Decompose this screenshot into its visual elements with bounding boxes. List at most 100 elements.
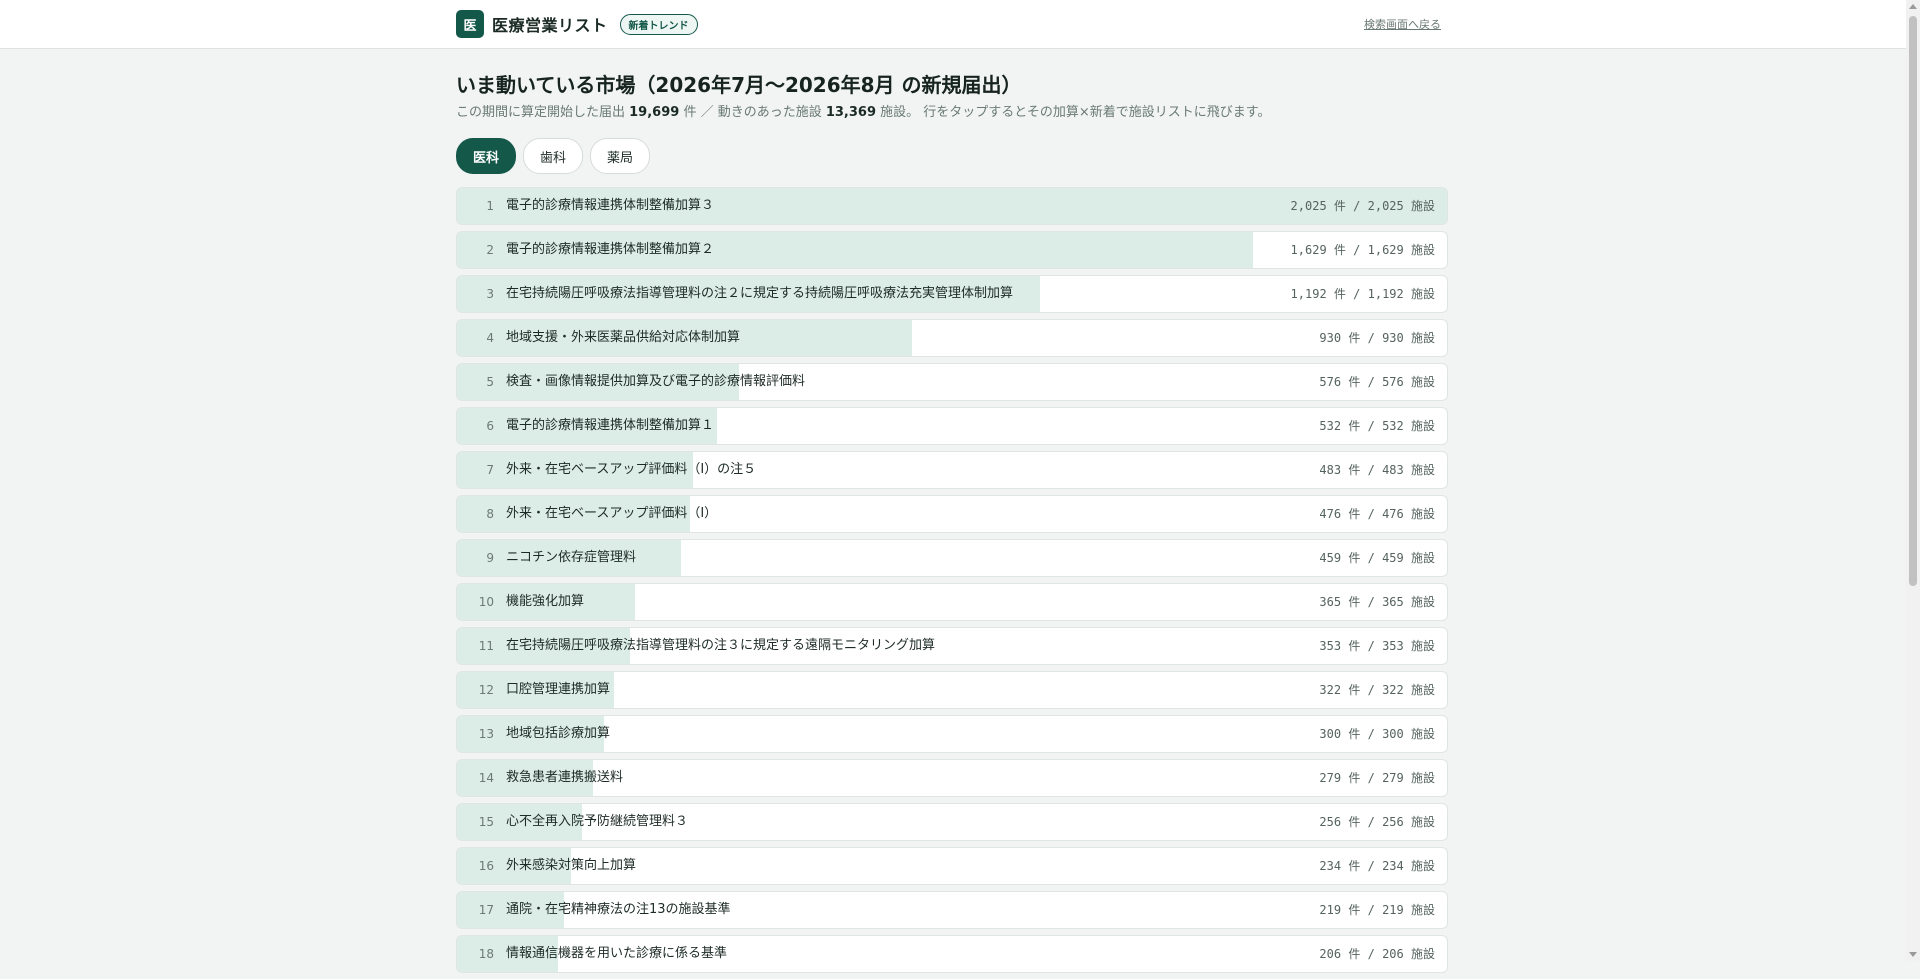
row-count-unit: 件 [1348, 331, 1361, 345]
row-facility-unit: 施設 [1410, 639, 1435, 653]
row-facilities: 930 [1382, 331, 1404, 345]
row-name: 地域包括診療加算 [506, 726, 611, 741]
row-facilities: 532 [1382, 419, 1404, 433]
new-trend-badge: 新着トレンド [619, 13, 698, 35]
ranking-row[interactable]: 4 地域支援・外来医薬品供給対応体制加算 930 件 / 930 施設 [456, 319, 1448, 357]
row-separator: / [1367, 727, 1375, 741]
row-facility-unit: 施設 [1410, 507, 1435, 521]
row-rank: 13 [478, 727, 494, 741]
ranking-row[interactable]: 8 外来・在宅ベースアップ評価料（Ⅰ） 476 件 / 476 施設 [456, 495, 1448, 533]
row-rank: 3 [486, 287, 494, 301]
ranking-row[interactable]: 13 地域包括診療加算 300 件 / 300 施設 [456, 715, 1448, 753]
app-title: 医療営業リスト [492, 16, 608, 35]
row-stats: 1,192 件 / 1,192 施設 [1291, 276, 1435, 312]
facilities-count: 13,369 [825, 105, 877, 120]
tab-medical[interactable]: 医科 [456, 138, 517, 174]
scroll-up-icon[interactable] [1909, 4, 1917, 9]
ranking-row[interactable]: 11 在宅持続陽圧呼吸療法指導管理料の注３に規定する遠隔モニタリング加算 353 件… [456, 627, 1448, 665]
main-section: いま動いている市場（2026年7月〜2026年8月 の新規届出） この期間に算定… [456, 70, 1448, 174]
row-facility-unit: 施設 [1410, 375, 1435, 389]
app-logo-icon: 医 [456, 10, 484, 38]
ranking-row[interactable]: 1 電子的診療情報連携体制整備加算３ 2,025 件 / 2,025 施設 [456, 187, 1448, 225]
row-rank: 17 [478, 903, 494, 917]
row-facility-unit: 施設 [1410, 947, 1435, 961]
ranking-row[interactable]: 17 通院・在宅精神療法の注13の施設基準 219 件 / 219 施設 [456, 891, 1448, 929]
row-facility-unit: 施設 [1410, 595, 1435, 609]
ranking-row[interactable]: 6 電子的診療情報連携体制整備加算１ 532 件 / 532 施設 [456, 407, 1448, 445]
row-count: 279 [1319, 771, 1342, 785]
page-scrollbar[interactable] [1906, 0, 1920, 961]
ranking-row[interactable]: 10 機能強化加算 365 件 / 365 施設 [456, 583, 1448, 621]
row-name: 電子的診療情報連携体制整備加算２ [506, 242, 715, 257]
row-count: 476 [1319, 507, 1342, 521]
row-rank: 4 [486, 331, 494, 345]
row-facility-unit: 施設 [1410, 551, 1435, 565]
row-count: 206 [1319, 947, 1342, 961]
row-count-unit: 件 [1348, 771, 1361, 785]
brand[interactable]: 医 医療営業リスト 新着トレンド [456, 10, 698, 38]
row-stats: 459 件 / 459 施設 [1319, 540, 1435, 576]
row-facility-unit: 施設 [1410, 815, 1435, 829]
ranking-row[interactable]: 5 検査・画像情報提供加算及び電子的診療情報評価料 576 件 / 576 施設 [456, 363, 1448, 401]
row-separator: / [1367, 815, 1375, 829]
row-count: 365 [1319, 595, 1342, 609]
row-facilities: 2,025 [1367, 199, 1404, 213]
ranking-row[interactable]: 7 外来・在宅ベースアップ評価料（Ⅰ）の注５ 483 件 / 483 施設 [456, 451, 1448, 489]
row-stats: 234 件 / 234 施設 [1319, 848, 1435, 884]
row-name: 外来・在宅ベースアップ評価料（Ⅰ） [506, 506, 718, 521]
row-facility-unit: 施設 [1410, 859, 1435, 873]
ranking-row[interactable]: 15 心不全再入院予防継続管理料３ 256 件 / 256 施設 [456, 803, 1448, 841]
row-count-unit: 件 [1333, 199, 1346, 213]
row-separator: / [1367, 419, 1375, 433]
row-stats: 2,025 件 / 2,025 施設 [1291, 188, 1435, 224]
back-to-search-link[interactable]: 検索画面へ戻る [1364, 16, 1441, 32]
scroll-down-icon[interactable] [1909, 952, 1917, 957]
top-bar: 医 医療営業リスト 新着トレンド 検索画面へ戻る [0, 0, 1906, 49]
row-stats: 476 件 / 476 施設 [1319, 496, 1435, 532]
ranking-row[interactable]: 14 救急患者連携搬送料 279 件 / 279 施設 [456, 759, 1448, 797]
row-name: ニコチン依存症管理料 [506, 550, 637, 565]
row-rank: 14 [478, 771, 494, 785]
row-facility-unit: 施設 [1410, 419, 1435, 433]
row-rank: 8 [486, 507, 494, 521]
row-facilities: 365 [1382, 595, 1404, 609]
row-count: 219 [1319, 903, 1342, 917]
ranking-row[interactable]: 3 在宅持続陽圧呼吸療法指導管理料の注２に規定する持続陽圧呼吸療法充実管理体制加算… [456, 275, 1448, 313]
row-count-unit: 件 [1348, 507, 1361, 521]
row-count: 2,025 [1290, 199, 1327, 213]
row-stats: 483 件 / 483 施設 [1319, 452, 1435, 488]
ranking-row[interactable]: 18 情報通信機器を用いた診療に係る基準 206 件 / 206 施設 [456, 935, 1448, 973]
row-rank: 5 [486, 375, 494, 389]
row-stats: 300 件 / 300 施設 [1319, 716, 1435, 752]
row-name: 電子的診療情報連携体制整備加算１ [506, 418, 715, 433]
summary-suffix: 施設。 行をタップするとその加算×新着で施設リストに飛びます。 [876, 105, 1271, 120]
row-facilities: 483 [1382, 463, 1404, 477]
row-rank: 2 [486, 243, 494, 257]
row-name: 電子的診療情報連携体制整備加算３ [506, 198, 715, 213]
summary-prefix: この期間に算定開始した届出 [456, 105, 630, 120]
tab-pharmacy[interactable]: 薬局 [590, 138, 651, 174]
row-facilities: 1,192 [1367, 287, 1404, 301]
row-count: 576 [1319, 375, 1342, 389]
row-count-unit: 件 [1348, 595, 1361, 609]
row-name: 外来・在宅ベースアップ評価料（Ⅰ）の注５ [506, 462, 757, 477]
row-count-unit: 件 [1348, 859, 1361, 873]
row-count: 459 [1319, 551, 1342, 565]
ranking-row[interactable]: 2 電子的診療情報連携体制整備加算２ 1,629 件 / 1,629 施設 [456, 231, 1448, 269]
row-facilities: 219 [1382, 903, 1404, 917]
ranking-row[interactable]: 12 口腔管理連携加算 322 件 / 322 施設 [456, 671, 1448, 709]
row-separator: / [1353, 287, 1361, 301]
row-name: 救急患者連携搬送料 [506, 770, 624, 785]
tab-dental[interactable]: 歯科 [523, 138, 584, 174]
row-count: 1,192 [1290, 287, 1327, 301]
row-count-unit: 件 [1348, 903, 1361, 917]
scroll-thumb[interactable] [1909, 16, 1917, 586]
row-facilities: 476 [1382, 507, 1404, 521]
ranking-row[interactable]: 16 外来感染対策向上加算 234 件 / 234 施設 [456, 847, 1448, 885]
row-count: 353 [1319, 639, 1342, 653]
ranking-row[interactable]: 9 ニコチン依存症管理料 459 件 / 459 施設 [456, 539, 1448, 577]
row-rank: 16 [478, 859, 494, 873]
row-count: 234 [1319, 859, 1342, 873]
row-separator: / [1367, 639, 1375, 653]
row-facilities: 353 [1382, 639, 1404, 653]
